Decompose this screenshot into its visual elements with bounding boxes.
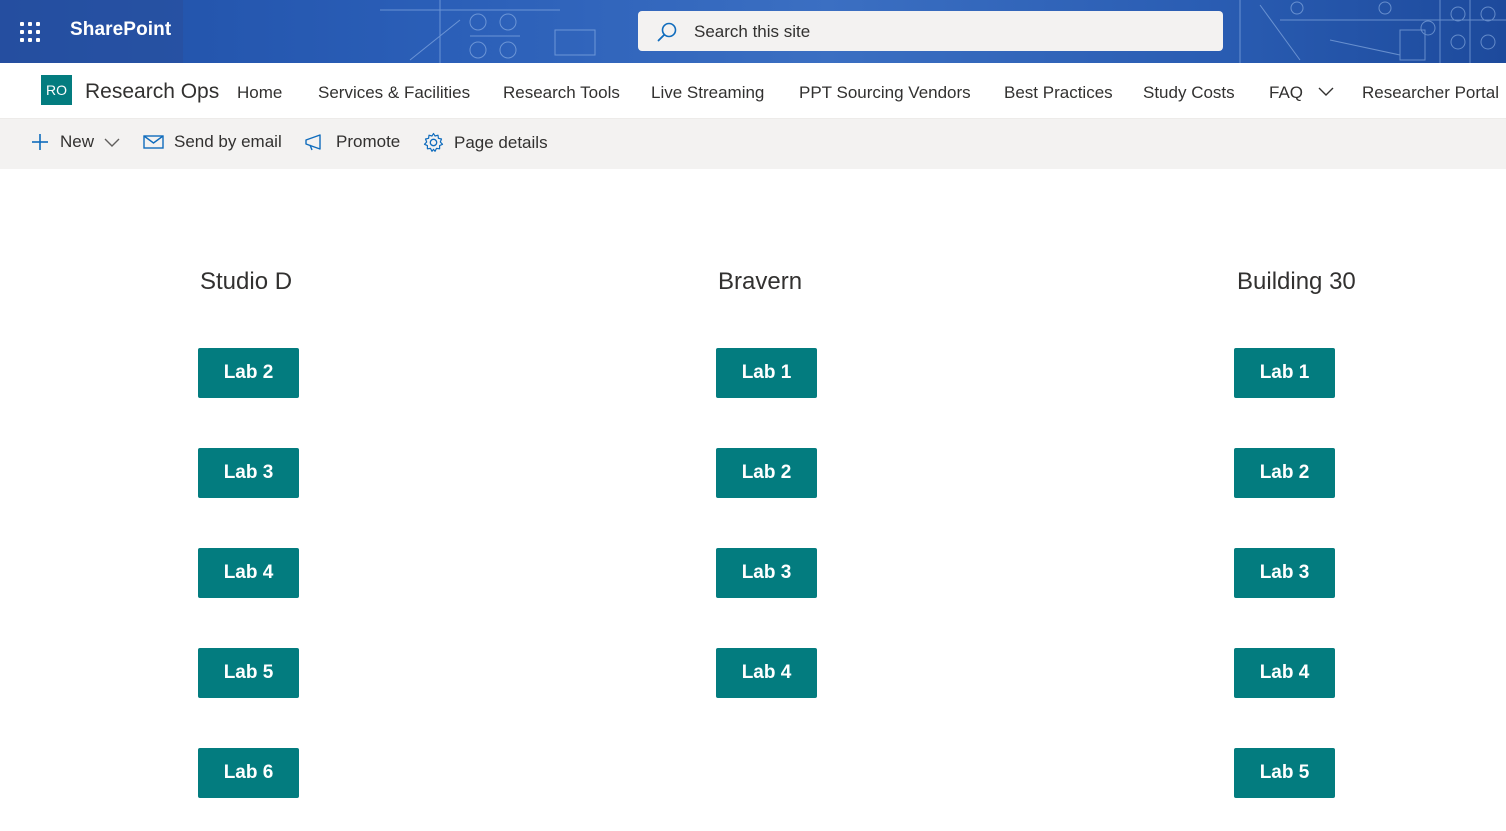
- new-button-label: New: [60, 132, 95, 151]
- lab-button[interactable]: Lab 4: [716, 648, 817, 698]
- section-heading: Bravern: [718, 268, 803, 295]
- nav-item-research-tools[interactable]: Research Tools: [503, 83, 620, 103]
- mail-icon: [143, 135, 164, 149]
- section-heading: Studio D: [200, 268, 293, 295]
- page-details-label: Page details: [454, 132, 548, 152]
- lab-button[interactable]: Lab 5: [1234, 748, 1335, 798]
- lab-button[interactable]: Lab 1: [1234, 348, 1335, 398]
- nav-item-services-facilities[interactable]: Services & Facilities: [318, 83, 470, 103]
- section-heading: Building 30: [1237, 268, 1356, 295]
- nav-item-faq-label: FAQ: [1269, 83, 1304, 102]
- chevron-down-icon: [1318, 87, 1334, 96]
- site-logo[interactable]: RO: [41, 75, 72, 105]
- search-icon: [657, 22, 677, 42]
- app-name-link[interactable]: SharePoint: [70, 19, 171, 41]
- nav-item-ppt-sourcing-vendors[interactable]: PPT Sourcing Vendors: [799, 83, 971, 103]
- new-button[interactable]: New: [30, 132, 120, 152]
- nav-item-faq[interactable]: FAQ: [1269, 83, 1334, 103]
- nav-item-live-streaming[interactable]: Live Streaming: [651, 83, 764, 103]
- command-bar: New Send by email Promote Page details: [0, 119, 1506, 169]
- lab-button[interactable]: Lab 1: [716, 348, 817, 398]
- app-launcher-button[interactable]: [0, 0, 60, 63]
- search-input[interactable]: Search this site: [694, 22, 810, 42]
- lab-button[interactable]: Lab 4: [198, 548, 299, 598]
- lab-button[interactable]: Lab 3: [198, 448, 299, 498]
- send-by-email-label: Send by email: [174, 132, 282, 151]
- gear-icon: [423, 132, 444, 152]
- lab-button[interactable]: Lab 2: [716, 448, 817, 498]
- plus-icon: [32, 134, 48, 150]
- chevron-down-icon: [104, 138, 120, 147]
- lab-button[interactable]: Lab 3: [716, 548, 817, 598]
- lab-button[interactable]: Lab 2: [198, 348, 299, 398]
- lab-button[interactable]: Lab 2: [1234, 448, 1335, 498]
- nav-item-study-costs[interactable]: Study Costs: [1143, 83, 1235, 103]
- nav-item-researcher-portal[interactable]: Researcher Portal: [1362, 83, 1499, 103]
- suite-bar: SharePoint Search this site: [0, 0, 1506, 63]
- site-search-box[interactable]: Search this site: [638, 11, 1223, 51]
- promote-label: Promote: [336, 132, 401, 151]
- site-title[interactable]: Research Ops: [85, 80, 219, 104]
- lab-button[interactable]: Lab 3: [1234, 548, 1335, 598]
- nav-item-home[interactable]: Home: [237, 83, 282, 103]
- send-by-email-button[interactable]: Send by email: [143, 132, 282, 152]
- lab-button[interactable]: Lab 4: [1234, 648, 1335, 698]
- lab-button[interactable]: Lab 6: [198, 748, 299, 798]
- page-details-button[interactable]: Page details: [423, 132, 548, 153]
- promote-button[interactable]: Promote: [304, 132, 400, 152]
- lab-button[interactable]: Lab 5: [198, 648, 299, 698]
- megaphone-icon: [305, 134, 321, 151]
- site-header: RO Research Ops Home Services & Faciliti…: [0, 63, 1506, 119]
- nav-item-best-practices[interactable]: Best Practices: [1004, 83, 1113, 103]
- waffle-icon: [20, 21, 40, 42]
